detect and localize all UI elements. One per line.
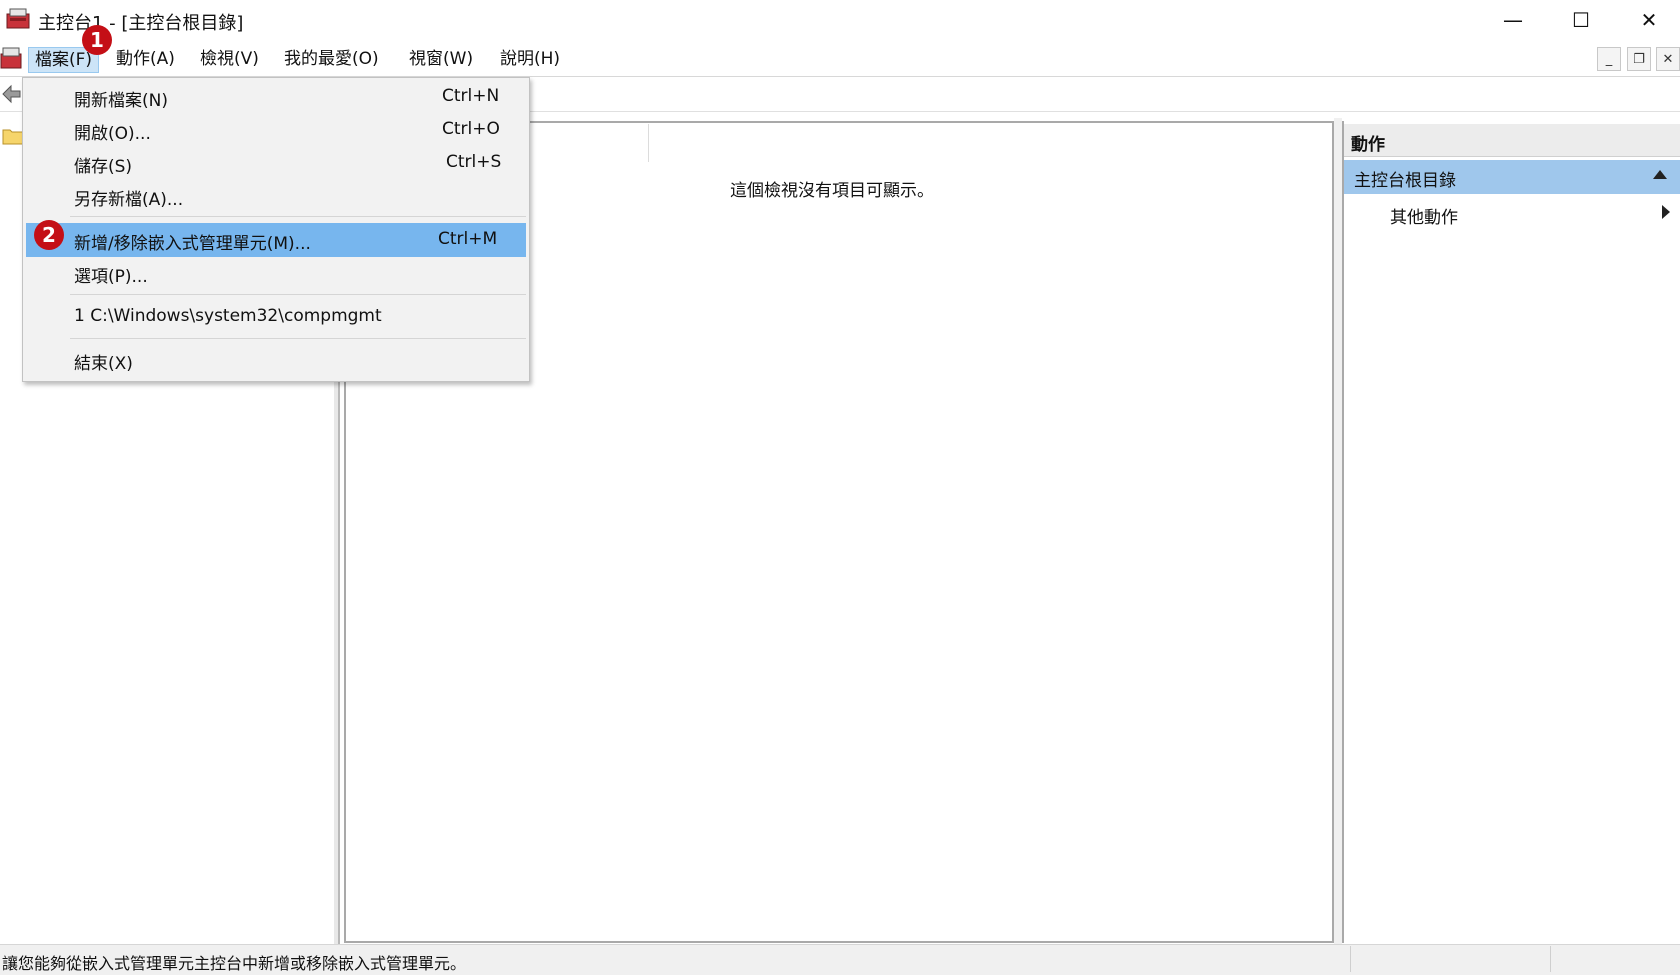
actions-pane [1342, 121, 1680, 943]
mdi-restore-button[interactable]: ❐ [1627, 47, 1651, 71]
console-icon[interactable] [0, 46, 22, 70]
callout-badge-1: 1 [82, 25, 112, 55]
menu-separator [70, 338, 526, 339]
more-actions-item[interactable]: 其他動作 [1390, 203, 1458, 228]
file-menu-add-remove-snapin-shortcut: Ctrl+M [438, 229, 498, 249]
mdi-close-button[interactable]: ✕ [1656, 47, 1680, 71]
file-menu-open[interactable]: 開啟(O)... [74, 119, 151, 144]
menu-separator [70, 294, 526, 295]
menu-window[interactable]: 視窗(W) [403, 47, 479, 71]
menu-help[interactable]: 說明(H) [494, 47, 566, 71]
collapse-up-icon[interactable] [1653, 170, 1667, 179]
menu-separator [70, 216, 526, 217]
folder-icon[interactable] [2, 127, 24, 145]
status-separator [1350, 946, 1351, 972]
title-bar [0, 0, 1680, 40]
minimize-button[interactable]: — [1478, 0, 1548, 40]
column-divider[interactable] [648, 124, 649, 162]
menu-view[interactable]: 檢視(V) [194, 47, 265, 71]
file-menu-exit[interactable]: 結束(X) [74, 349, 133, 374]
file-menu-open-shortcut: Ctrl+O [442, 119, 500, 139]
actions-header [1344, 124, 1680, 157]
file-menu-new-shortcut: Ctrl+N [442, 86, 500, 106]
file-menu-options[interactable]: 選項(P)... [74, 262, 148, 287]
submenu-arrow-icon[interactable] [1662, 205, 1670, 219]
back-arrow-icon[interactable] [2, 84, 22, 104]
mmc-app-icon [6, 8, 30, 29]
close-button[interactable]: ✕ [1614, 0, 1680, 40]
file-menu-recent-file[interactable]: 1 C:\Windows\system32\compmgmt [74, 306, 382, 326]
file-menu-save[interactable]: 儲存(S) [74, 152, 132, 177]
file-menu-new[interactable]: 開新檔案(N) [74, 86, 168, 111]
menu-action[interactable]: 動作(A) [110, 47, 181, 71]
menu-favorites[interactable]: 我的最愛(O) [278, 47, 385, 71]
status-separator [1550, 946, 1551, 972]
file-menu-save-as[interactable]: 另存新檔(A)... [74, 185, 183, 210]
maximize-button[interactable]: ☐ [1546, 0, 1616, 40]
actions-section-label: 主控台根目錄 [1354, 171, 1456, 191]
status-text: 讓您能夠從嵌入式管理單元主控台中新增或移除嵌入式管理單元。 [2, 954, 467, 973]
actions-header-label: 動作 [1351, 135, 1385, 155]
file-menu-add-remove-snapin[interactable]: 新增/移除嵌入式管理單元(M)... [74, 229, 311, 254]
callout-badge-2: 2 [34, 220, 64, 250]
empty-view-message: 這個檢視沒有項目可顯示。 [730, 181, 934, 201]
window-title: 主控台1 - [主控台根目錄] [38, 13, 244, 34]
mdi-minimize-button[interactable]: _ [1597, 47, 1621, 71]
pane-gap [1334, 118, 1342, 944]
file-menu-save-shortcut: Ctrl+S [446, 152, 502, 172]
